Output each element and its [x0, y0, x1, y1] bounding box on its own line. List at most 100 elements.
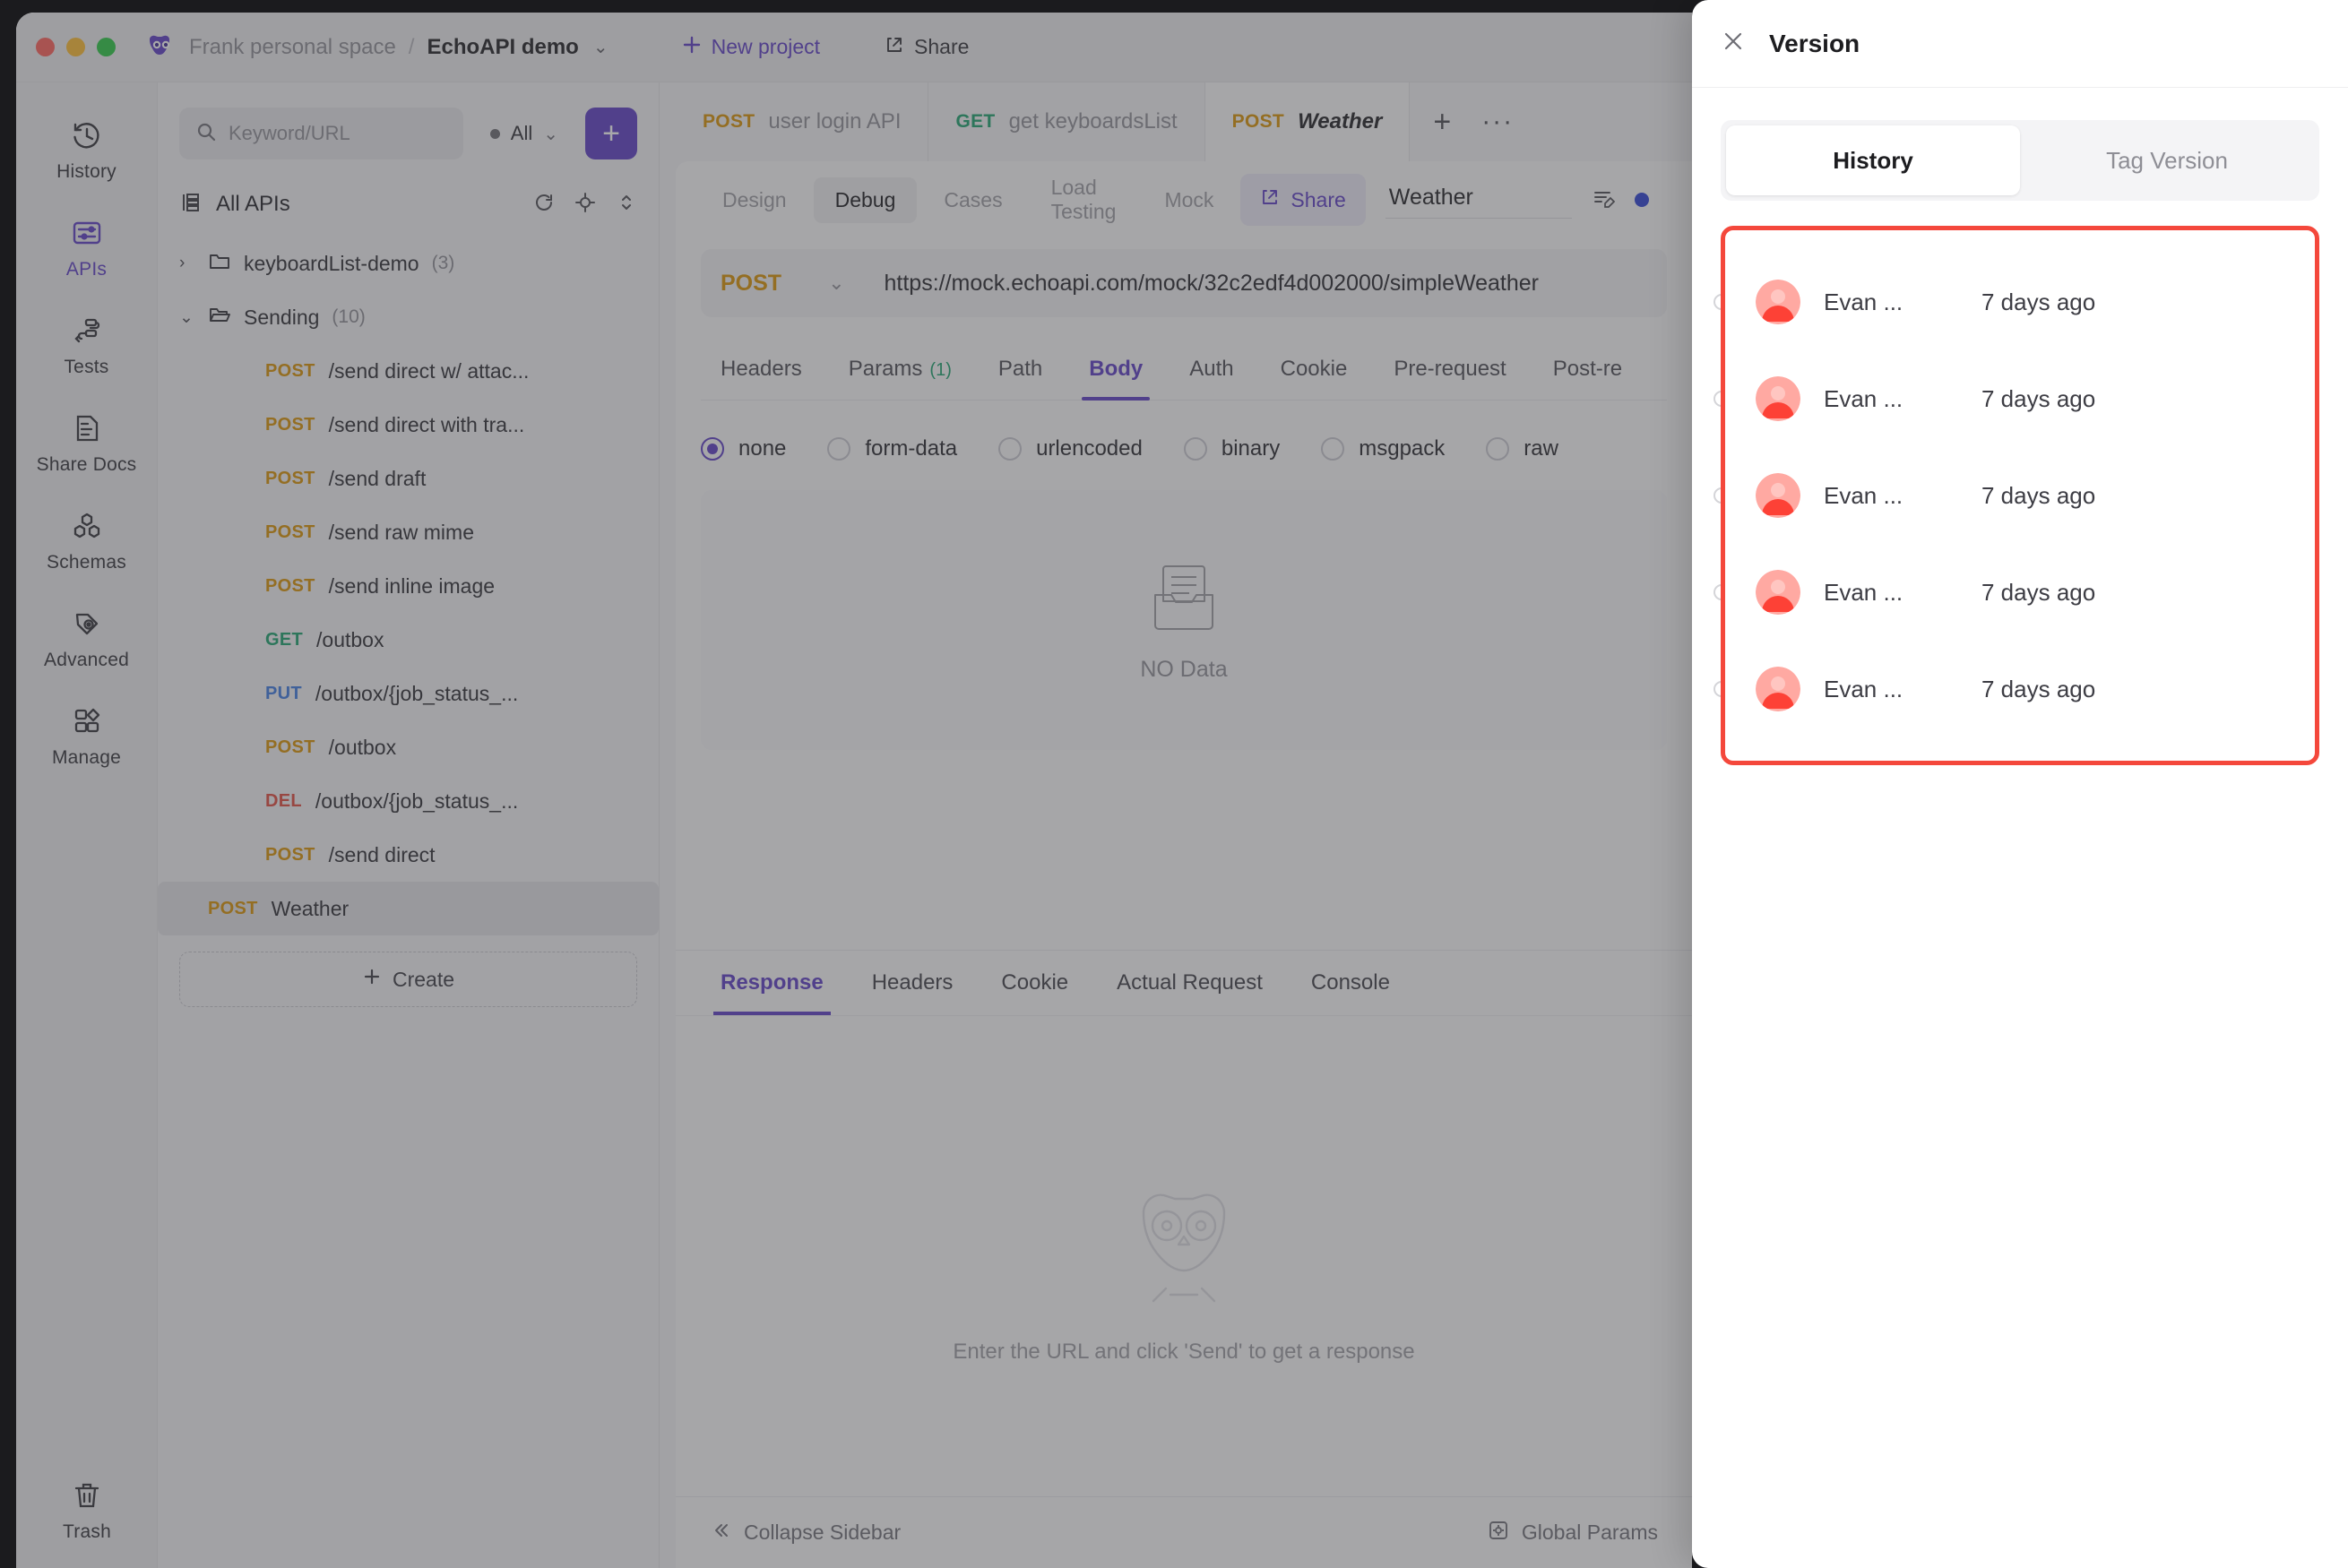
http-method-label: GET	[955, 111, 996, 132]
sidebar-item-trash[interactable]: Trash	[28, 1478, 146, 1543]
list-item[interactable]: POST /send inline image	[158, 559, 659, 613]
list-item[interactable]: Evan ... 7 days ago	[1725, 544, 2315, 641]
global-params-button[interactable]: Global Params	[1488, 1520, 1658, 1546]
list-item[interactable]: Evan ... 7 days ago	[1725, 350, 2315, 447]
close-icon[interactable]	[1721, 29, 1746, 58]
list-item[interactable]: PUT /outbox/{job_status_...	[158, 667, 659, 720]
tab-headers[interactable]: Headers	[701, 348, 822, 400]
sidebar-item-advanced[interactable]: Advanced	[28, 594, 146, 679]
sidebar-item-tests[interactable]: Tests	[28, 301, 146, 386]
sidebar-item-apis[interactable]: APIs	[28, 203, 146, 289]
body-type-msgpack[interactable]: msgpack	[1321, 436, 1445, 461]
tab-load-testing[interactable]: Load Testing	[1030, 165, 1138, 235]
tab-history[interactable]: History	[1726, 125, 2020, 195]
list-item[interactable]: GET /outbox	[158, 613, 659, 667]
body-type-binary[interactable]: binary	[1183, 436, 1280, 461]
tab-path[interactable]: Path	[979, 348, 1062, 400]
method-select[interactable]: POST ⌄	[701, 249, 865, 317]
new-project-button[interactable]: New project	[662, 23, 840, 71]
tab-mock[interactable]: Mock	[1143, 177, 1235, 223]
tab-auth[interactable]: Auth	[1170, 348, 1253, 400]
http-method-label: GET	[265, 629, 304, 650]
list-item[interactable]: POST /send direct	[158, 828, 659, 882]
tab-response-cookie[interactable]: Cookie	[981, 951, 1088, 1015]
chevron-down-icon[interactable]: ⌄	[593, 36, 609, 58]
all-apis-row[interactable]: All APIs	[158, 172, 659, 237]
tab-tag-version[interactable]: Tag Version	[2020, 125, 2314, 195]
chevron-right-icon[interactable]: ›	[179, 254, 203, 273]
sidebar-item-share-docs[interactable]: Share Docs	[28, 399, 146, 484]
breadcrumb-space[interactable]: Frank personal space	[189, 35, 396, 60]
sidebar-item-history[interactable]: History	[28, 106, 146, 191]
sort-icon[interactable]	[616, 192, 637, 218]
list-item[interactable]: POST /send draft	[158, 452, 659, 505]
tab-cases[interactable]: Cases	[922, 177, 1023, 223]
tab-cookie[interactable]: Cookie	[1261, 348, 1368, 400]
user-avatar-icon	[1756, 473, 1800, 518]
tab-weather[interactable]: POST Weather	[1204, 82, 1411, 161]
radio-indicator	[827, 437, 851, 461]
collapse-sidebar-button[interactable]: Collapse Sidebar	[710, 1520, 901, 1546]
http-method-label: POST	[265, 414, 315, 435]
api-path-label: /send direct w/ attac...	[328, 358, 530, 383]
close-window-button[interactable]	[36, 38, 55, 56]
window-controls[interactable]	[36, 38, 116, 56]
list-item[interactable]: DEL /outbox/{job_status_...	[158, 774, 659, 828]
list-item[interactable]: POST /send direct with tra...	[158, 398, 659, 452]
tab-response[interactable]: Response	[701, 951, 843, 1015]
tab-debug[interactable]: Debug	[813, 177, 918, 223]
new-tab-button[interactable]: +	[1410, 105, 1474, 140]
sidebar-item-schemas[interactable]: Schemas	[28, 496, 146, 582]
tree-folder-row[interactable]: › keyboardList-demo (3)	[158, 237, 659, 290]
tree-folder-row[interactable]: ⌄ Sending (10)	[158, 290, 659, 344]
radio-indicator	[1486, 437, 1510, 461]
tab-response-headers[interactable]: Headers	[852, 951, 973, 1015]
method-filter-dropdown[interactable]: All ⌄	[476, 108, 573, 159]
body-type-none[interactable]: none	[701, 436, 786, 461]
tab-get-keyboardslist[interactable]: GET get keyboardsList	[928, 82, 1205, 161]
share-button-editor[interactable]: Share	[1240, 174, 1366, 226]
locate-icon[interactable]	[574, 192, 596, 218]
tab-actual-request[interactable]: Actual Request	[1097, 951, 1282, 1015]
tree-folder-name: Sending	[244, 305, 320, 329]
list-item[interactable]: Evan ... 7 days ago	[1725, 447, 2315, 544]
tab-user-login-api[interactable]: POST user login API	[676, 82, 929, 161]
tab-console[interactable]: Console	[1291, 951, 1410, 1015]
body-type-form-data[interactable]: form-data	[827, 436, 957, 461]
list-item[interactable]: POST /outbox	[158, 720, 659, 774]
list-item[interactable]: Evan ... 7 days ago	[1725, 254, 2315, 350]
refresh-icon[interactable]	[533, 192, 555, 218]
param-count-badge: (1)	[929, 360, 952, 380]
create-api-button[interactable]: Create	[179, 952, 637, 1007]
add-api-button[interactable]: +	[585, 108, 637, 159]
radio-label: msgpack	[1359, 436, 1446, 461]
list-item[interactable]: POST /send direct w/ attac...	[158, 344, 659, 398]
url-input[interactable]: https://mock.echoapi.com/mock/32c2edf4d0…	[865, 271, 1667, 297]
chevron-down-icon[interactable]: ⌄	[179, 307, 203, 328]
share-icon	[1260, 187, 1280, 212]
edit-lines-icon[interactable]	[1592, 186, 1616, 214]
list-item[interactable]: POST /send raw mime	[158, 505, 659, 559]
list-item-selected-weather[interactable]: POST Weather	[158, 882, 659, 935]
api-tree-panel: Keyword/URL All ⌄ + All APIs › keyboardL…	[158, 82, 660, 1568]
tab-overflow-menu-icon[interactable]: ···	[1474, 107, 1521, 137]
tab-body[interactable]: Body	[1069, 348, 1162, 401]
share-button-titlebar[interactable]: Share	[865, 23, 988, 71]
search-input[interactable]: Keyword/URL	[179, 108, 463, 159]
maximize-window-button[interactable]	[97, 38, 116, 56]
api-name-field[interactable]: Weather	[1385, 181, 1572, 219]
tab-design[interactable]: Design	[701, 177, 808, 223]
tab-post-response[interactable]: Post-re	[1533, 348, 1642, 400]
tab-pre-request[interactable]: Pre-request	[1374, 348, 1525, 400]
tab-params[interactable]: Params (1)	[829, 348, 971, 400]
body-type-raw[interactable]: raw	[1486, 436, 1558, 461]
minimize-window-button[interactable]	[66, 38, 85, 56]
owl-watermark-icon	[1117, 1177, 1251, 1316]
response-hint-label: Enter the URL and click 'Send' to get a …	[953, 1340, 1415, 1364]
breadcrumb-project[interactable]: EchoAPI demo	[427, 35, 578, 60]
tree-head-actions	[533, 192, 637, 218]
body-type-urlencoded[interactable]: urlencoded	[998, 436, 1143, 461]
list-item[interactable]: Evan ... 7 days ago	[1725, 641, 2315, 737]
api-path-label: /send direct with tra...	[328, 412, 525, 436]
sidebar-item-manage[interactable]: Manage	[28, 692, 146, 777]
